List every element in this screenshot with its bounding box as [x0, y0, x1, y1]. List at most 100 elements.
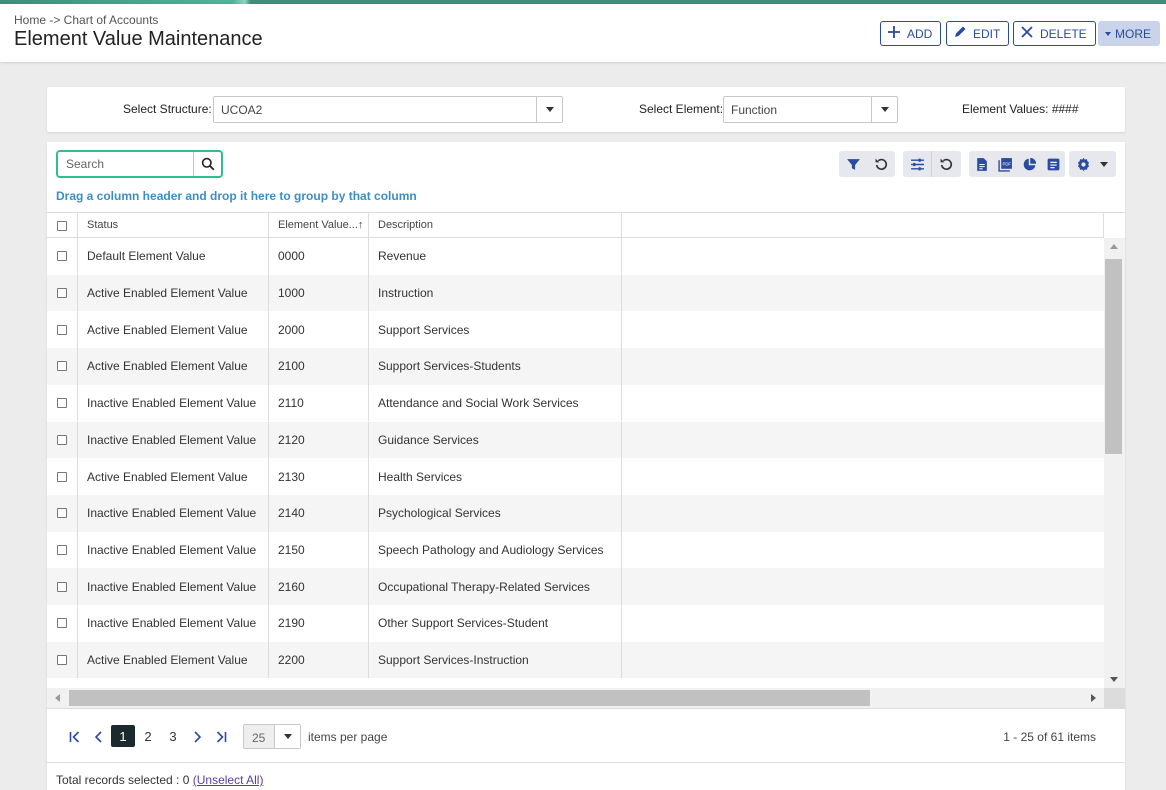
plus-icon	[887, 25, 901, 42]
table-row[interactable]: Default Element Value 0000 Revenue	[47, 238, 1104, 275]
breadcrumb[interactable]: Home -> Chart of Accounts	[14, 13, 158, 27]
edit-button[interactable]: EDIT	[946, 21, 1010, 46]
more-button-label: MORE	[1115, 26, 1151, 41]
row-checkbox[interactable]	[47, 421, 78, 459]
table-row[interactable]: Active Enabled Element Value 1000 Instruct…	[47, 274, 1104, 312]
row-checkbox[interactable]	[47, 605, 78, 642]
next-page-icon[interactable]	[189, 729, 205, 745]
table-row[interactable]: Inactive Enabled Element Value 2120 Guidan…	[47, 421, 1104, 459]
spacer-cell	[622, 605, 1104, 642]
column-header-status[interactable]: Status	[78, 213, 269, 238]
structure-label: Select Structure:	[123, 102, 212, 116]
spacer-cell	[622, 311, 1104, 348]
first-page-icon[interactable]	[67, 729, 83, 745]
row-checkbox[interactable]	[47, 494, 78, 532]
report-icon[interactable]	[1041, 151, 1065, 177]
status-cell: Inactive Enabled Element Value	[78, 494, 269, 532]
table-row[interactable]: Active Enabled Element Value 2100 Support …	[47, 348, 1104, 385]
grid-body: Default Element Value 0000 Revenue Active E…	[47, 238, 1104, 688]
filter-icon[interactable]	[839, 151, 867, 177]
group-by-hint[interactable]: Drag a column header and drop it here to…	[56, 189, 417, 203]
select-all-checkbox[interactable]	[47, 213, 78, 238]
scroll-down-icon[interactable]	[1110, 677, 1118, 682]
chevron-down-icon[interactable]	[536, 97, 562, 122]
status-cell: Active Enabled Element Value	[78, 641, 269, 679]
scroll-left-icon[interactable]	[55, 694, 60, 702]
status-cell: Active Enabled Element Value	[78, 458, 269, 495]
grid-panel: PDF Drag a column header and drop it her…	[47, 142, 1125, 790]
element-value-cell: 2200	[269, 641, 369, 679]
search-button[interactable]	[193, 152, 221, 176]
vertical-scroll-thumb[interactable]	[1105, 259, 1122, 454]
row-checkbox[interactable]	[47, 348, 78, 385]
element-value-cell: 2190	[269, 605, 369, 642]
last-page-icon[interactable]	[213, 729, 229, 745]
page-1-button[interactable]: 1	[111, 725, 135, 747]
settings-toolgroup[interactable]	[1069, 151, 1116, 177]
reset-icon[interactable]	[932, 151, 960, 177]
search-input[interactable]	[58, 152, 196, 176]
row-checkbox[interactable]	[47, 238, 78, 275]
scroll-up-icon[interactable]	[1110, 244, 1118, 249]
svg-text:PDF: PDF	[1002, 161, 1011, 166]
pdf-export-icon[interactable]: PDF	[993, 151, 1017, 177]
table-row[interactable]: Active Enabled Element Value 2200 Support …	[47, 641, 1104, 679]
table-row[interactable]: Inactive Enabled Element Value 2140 Psycho…	[47, 494, 1104, 532]
table-row[interactable]: Active Enabled Element Value 2130 Health S…	[47, 458, 1104, 495]
page-2-button[interactable]: 2	[136, 725, 160, 747]
column-header-description[interactable]: Description	[369, 213, 622, 238]
search-box	[56, 150, 223, 178]
status-cell: Inactive Enabled Element Value	[78, 421, 269, 459]
row-checkbox[interactable]	[47, 274, 78, 312]
table-row[interactable]: Inactive Enabled Element Value 2160 Occupa…	[47, 568, 1104, 605]
page-size-select[interactable]: 25	[243, 724, 301, 749]
chart-icon[interactable]	[1017, 151, 1041, 177]
more-button[interactable]: MORE	[1098, 21, 1160, 46]
status-cell: Active Enabled Element Value	[78, 274, 269, 312]
description-cell: Revenue	[369, 238, 622, 275]
column-header-element-value[interactable]: Element Value...↑	[269, 213, 369, 238]
edit-button-label: EDIT	[973, 26, 1001, 41]
spacer-cell	[622, 642, 1104, 679]
row-checkbox[interactable]	[47, 531, 78, 569]
pager-info: 1 - 25 of 61 items	[1003, 730, 1096, 744]
delete-button-label: DELETE	[1040, 26, 1087, 41]
page-header: Home -> Chart of Accounts Element Value …	[0, 4, 1166, 62]
description-cell: Occupational Therapy-Related Services	[369, 568, 622, 605]
vertical-scrollbar[interactable]	[1104, 238, 1125, 688]
structure-select[interactable]: UCOA2	[213, 96, 563, 123]
caret-down-icon[interactable]	[1097, 151, 1111, 177]
unselect-all-link[interactable]: (Unselect All)	[193, 773, 264, 787]
column-settings-icon[interactable]	[903, 151, 931, 177]
horizontal-scroll-thumb[interactable]	[69, 690, 870, 706]
gear-icon[interactable]	[1069, 151, 1097, 177]
search-icon	[201, 157, 214, 171]
row-checkbox[interactable]	[47, 458, 78, 495]
row-checkbox[interactable]	[47, 384, 78, 422]
previous-page-icon[interactable]	[91, 729, 107, 745]
element-value-cell: 1000	[269, 274, 369, 312]
table-row[interactable]: Inactive Enabled Element Value 2110 Attend…	[47, 384, 1104, 422]
horizontal-scrollbar[interactable]	[47, 688, 1104, 708]
page-size-value: 25	[252, 731, 266, 745]
description-cell: Psychological Services	[369, 494, 622, 532]
status-cell: Inactive Enabled Element Value	[78, 384, 269, 422]
reset-icon[interactable]	[867, 151, 895, 177]
table-row[interactable]: Inactive Enabled Element Value 2190 Other …	[47, 605, 1104, 642]
chevron-down-icon[interactable]	[274, 725, 300, 748]
chevron-down-icon[interactable]	[871, 97, 897, 122]
element-select[interactable]: Function	[723, 96, 898, 123]
description-cell: Other Support Services-Student	[369, 605, 622, 642]
row-checkbox[interactable]	[47, 641, 78, 679]
element-value-cell: 2100	[269, 348, 369, 385]
excel-export-icon[interactable]	[969, 151, 993, 177]
scroll-right-icon[interactable]	[1091, 694, 1096, 702]
page-3-button[interactable]: 3	[161, 725, 185, 747]
add-button[interactable]: ADD	[880, 21, 942, 46]
row-checkbox[interactable]	[47, 311, 78, 349]
status-cell: Active Enabled Element Value	[78, 348, 269, 385]
row-checkbox[interactable]	[47, 568, 78, 605]
table-row[interactable]: Inactive Enabled Element Value 2150 Speech…	[47, 531, 1104, 569]
table-row[interactable]: Active Enabled Element Value 2000 Support …	[47, 311, 1104, 349]
delete-button[interactable]: DELETE	[1013, 21, 1096, 46]
